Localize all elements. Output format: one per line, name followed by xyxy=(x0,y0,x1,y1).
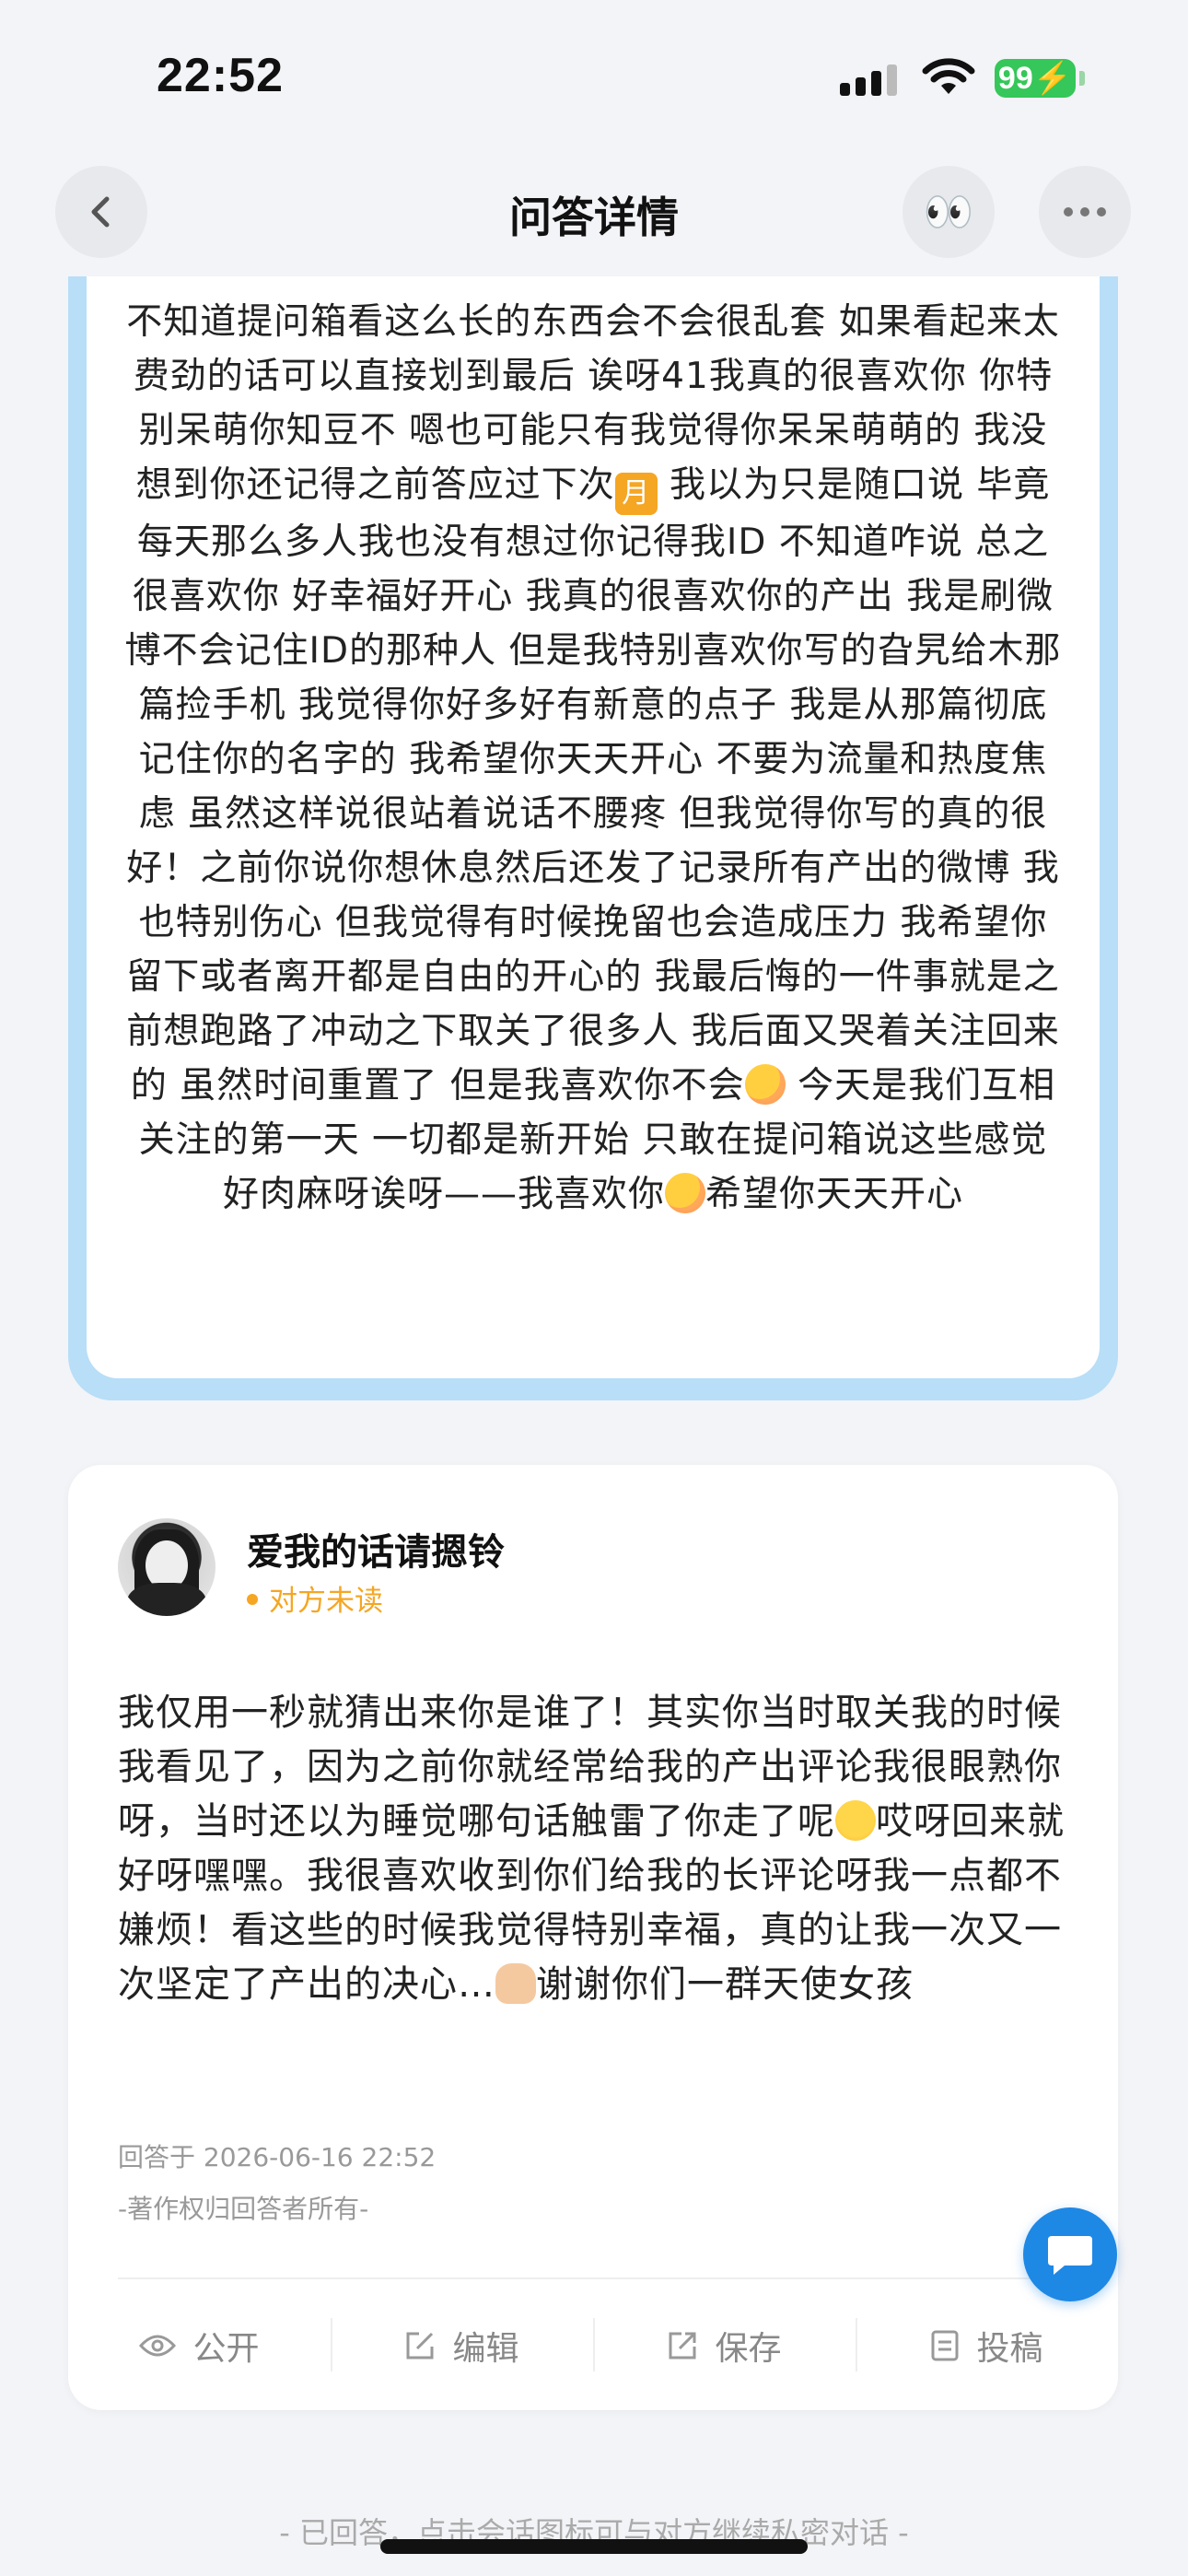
question-card-inner: 不知道提问箱看这么长的东西会不会很乱套 如果看起来太费劲的话可以直接划到最后 诶… xyxy=(87,276,1100,1378)
share-icon xyxy=(669,2332,696,2359)
more-button[interactable] xyxy=(1039,166,1131,258)
raised-hands-emoji-icon xyxy=(495,1963,536,2004)
answerer-name[interactable]: 爱我的话请摁铃 xyxy=(247,1522,505,1575)
copyright-note: -著作权归回答者所有- xyxy=(118,2194,369,2224)
chat-button[interactable] xyxy=(1023,2207,1117,2301)
edit-button[interactable]: 编辑 xyxy=(331,2281,593,2410)
action-bar: 公开 编辑 保存 投稿 xyxy=(68,2281,1118,2410)
page-title: 问答详情 xyxy=(509,193,679,242)
eyes-icon: 👀 xyxy=(923,189,974,236)
answer-card: 爱我的话请摁铃 对方未读 我仅用一秒就猜出来你是谁了！其实你当时取关我的时候我看… xyxy=(68,1465,1118,2410)
eye-icon xyxy=(139,2335,177,2357)
cellular-signal-icon xyxy=(840,63,906,96)
read-status: 对方未读 xyxy=(247,1577,383,1619)
question-text: 不知道提问箱看这么长的东西会不会很乱套 如果看起来太费劲的话可以直接划到最后 诶… xyxy=(124,301,1062,1215)
home-indicator xyxy=(380,2539,808,2554)
document-icon xyxy=(931,2330,959,2361)
more-icon xyxy=(1064,207,1106,217)
smiling-hearts-emoji-icon xyxy=(744,1064,786,1105)
answer-text: 我仅用一秒就猜出来你是谁了！其实你当时取关我的时候我看见了，因为之前你就经常给我… xyxy=(118,1692,1065,2006)
pleading-face-emoji-icon xyxy=(835,1800,876,1841)
battery-indicator: 99⚡ xyxy=(995,59,1076,98)
wifi-icon xyxy=(922,58,975,94)
moon-emoji-icon: 月 xyxy=(614,473,658,515)
public-button[interactable]: 公开 xyxy=(68,2281,331,2410)
chat-bubble-icon xyxy=(1048,2236,1092,2275)
divider xyxy=(118,2277,1068,2279)
status-time: 22:52 xyxy=(157,49,284,102)
answer-timestamp: 回答于 2026-06-16 22:52 xyxy=(118,2142,437,2172)
unread-dot-icon xyxy=(247,1594,258,1605)
question-card: 不知道提问箱看这么长的东西会不会很乱套 如果看起来太费劲的话可以直接划到最后 诶… xyxy=(68,276,1118,1400)
battery-tip xyxy=(1079,71,1085,86)
eyes-button[interactable]: 👀 xyxy=(903,166,995,258)
edit-icon xyxy=(406,2332,434,2359)
avatar[interactable] xyxy=(118,1518,215,1616)
save-button[interactable]: 保存 xyxy=(593,2281,856,2410)
status-bar: 22:52 99⚡ xyxy=(0,0,1188,147)
smiling-hearts-emoji-icon xyxy=(665,1173,705,1213)
